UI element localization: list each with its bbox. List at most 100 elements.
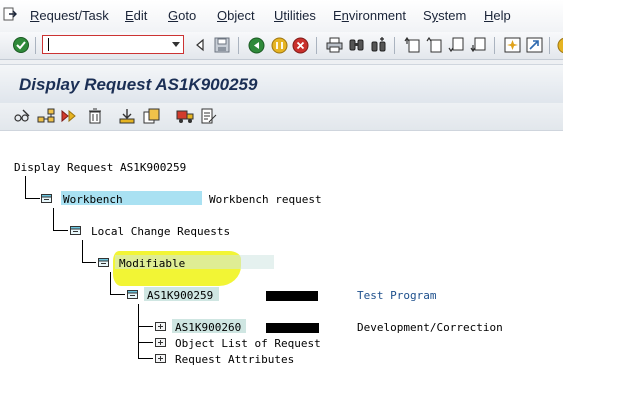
folder-open-icon[interactable] [41, 194, 52, 203]
menu-object[interactable]: Object [217, 8, 255, 23]
menu-goto[interactable]: Goto [168, 8, 196, 23]
release-truck-icon [61, 109, 76, 123]
page-title: Display Request AS1K900259 [19, 75, 258, 94]
find-next-button[interactable] [369, 36, 387, 54]
trash-icon [89, 108, 101, 124]
import-button[interactable] [118, 107, 136, 125]
exit-icon [271, 37, 287, 53]
previous-page-icon [426, 37, 441, 53]
find-button[interactable] [347, 36, 365, 54]
document-pencil-icon [201, 108, 217, 124]
menu-system[interactable]: System [423, 8, 466, 23]
hierarchy-icon [37, 108, 55, 123]
workbench-description: Workbench request [209, 193, 322, 206]
folder-closed-icon[interactable] [155, 354, 166, 363]
menu-bar: Request/Task Edit Goto Object Utilities … [0, 0, 563, 32]
first-page-button[interactable] [403, 36, 421, 54]
exit-button[interactable] [270, 36, 288, 54]
menu-edit[interactable]: Edit [125, 8, 147, 23]
save-icon [214, 37, 230, 53]
triangle-left-icon [196, 38, 204, 52]
delete-button[interactable] [86, 107, 104, 125]
tree-connector [53, 230, 68, 231]
release-button[interactable] [60, 107, 78, 125]
exit-menu-icon[interactable] [3, 7, 17, 21]
next-page-button[interactable] [447, 36, 465, 54]
tree-connector [53, 208, 54, 231]
import-icon [119, 109, 135, 124]
object-list-label[interactable]: Object List of Request [175, 337, 321, 350]
chevron-down-icon[interactable] [172, 42, 180, 47]
save-button[interactable] [213, 36, 231, 54]
cancel-button[interactable] [291, 36, 309, 54]
menu-help[interactable]: Help [484, 8, 511, 23]
task-description: Development/Correction [357, 321, 503, 334]
toolbar-separator [316, 37, 317, 54]
toolbar-separator [238, 37, 239, 54]
last-page-icon [470, 37, 485, 53]
workbench-label[interactable]: Workbench [63, 193, 123, 206]
title-bar: Display Request AS1K900259 [0, 64, 563, 104]
modifiable-label[interactable]: Modifiable [119, 257, 185, 270]
menu-environment[interactable]: Environment [333, 8, 406, 23]
redaction-bar [266, 291, 318, 301]
history-back-button[interactable] [191, 36, 209, 54]
toolbar-separator [394, 37, 395, 54]
new-session-icon [504, 37, 520, 53]
request-number-label[interactable]: AS1K900259 [147, 289, 213, 302]
standard-toolbar [0, 32, 563, 60]
application-toolbar [0, 103, 563, 131]
glasses-pencil-icon [14, 109, 30, 122]
back-arrow-icon [248, 37, 264, 53]
menu-request-task[interactable]: Request/Task [30, 8, 109, 23]
toolbar-separator [35, 37, 36, 54]
truck-icon [176, 110, 194, 123]
request-tree: Display Request AS1K900259 Workbench Wor… [0, 131, 563, 410]
task-number-label[interactable]: AS1K900260 [175, 321, 241, 334]
folder-closed-icon[interactable] [155, 322, 166, 331]
tree-connector [138, 304, 139, 359]
printer-icon [326, 37, 342, 53]
tree-connector [82, 240, 83, 263]
toolbar-separator [549, 37, 550, 54]
tree-connector [82, 262, 96, 263]
local-change-requests-label[interactable]: Local Change Requests [91, 225, 230, 238]
tree-connector [138, 326, 153, 327]
tree-connector [25, 176, 26, 199]
previous-page-button[interactable] [425, 36, 443, 54]
cancel-icon [292, 37, 308, 53]
folder-closed-icon[interactable] [155, 338, 166, 347]
documentation-button[interactable] [200, 107, 218, 125]
transport-button[interactable] [176, 107, 194, 125]
new-session-button[interactable] [503, 36, 521, 54]
display-change-button[interactable] [13, 107, 31, 125]
folder-open-icon[interactable] [98, 258, 109, 267]
hierarchy-button[interactable] [37, 107, 55, 125]
redaction-bar [266, 323, 319, 333]
tree-connector [25, 198, 40, 199]
shortcut-icon [526, 37, 542, 53]
next-page-icon [448, 37, 463, 53]
menu-utilities[interactable]: Utilities [274, 8, 316, 23]
request-attributes-label[interactable]: Request Attributes [175, 353, 294, 366]
copy-icon [143, 108, 160, 124]
folder-open-icon[interactable] [127, 290, 138, 299]
print-button[interactable] [325, 36, 343, 54]
tree-connector [138, 358, 153, 359]
first-page-icon [404, 37, 419, 53]
shortcut-button[interactable] [525, 36, 543, 54]
binoculars-plus-icon [371, 37, 385, 52]
request-description: Test Program [357, 289, 437, 302]
folder-open-icon[interactable] [70, 226, 81, 235]
tree-connector [138, 342, 153, 343]
command-input[interactable] [46, 37, 164, 52]
back-button[interactable] [247, 36, 265, 54]
enter-button[interactable] [12, 36, 30, 54]
binoculars-icon [349, 39, 363, 51]
tree-connector [110, 294, 125, 295]
command-field[interactable] [42, 35, 184, 54]
help-button[interactable] [556, 36, 563, 54]
copy-button[interactable] [143, 107, 161, 125]
last-page-button[interactable] [469, 36, 487, 54]
toolbar-separator [494, 37, 495, 54]
